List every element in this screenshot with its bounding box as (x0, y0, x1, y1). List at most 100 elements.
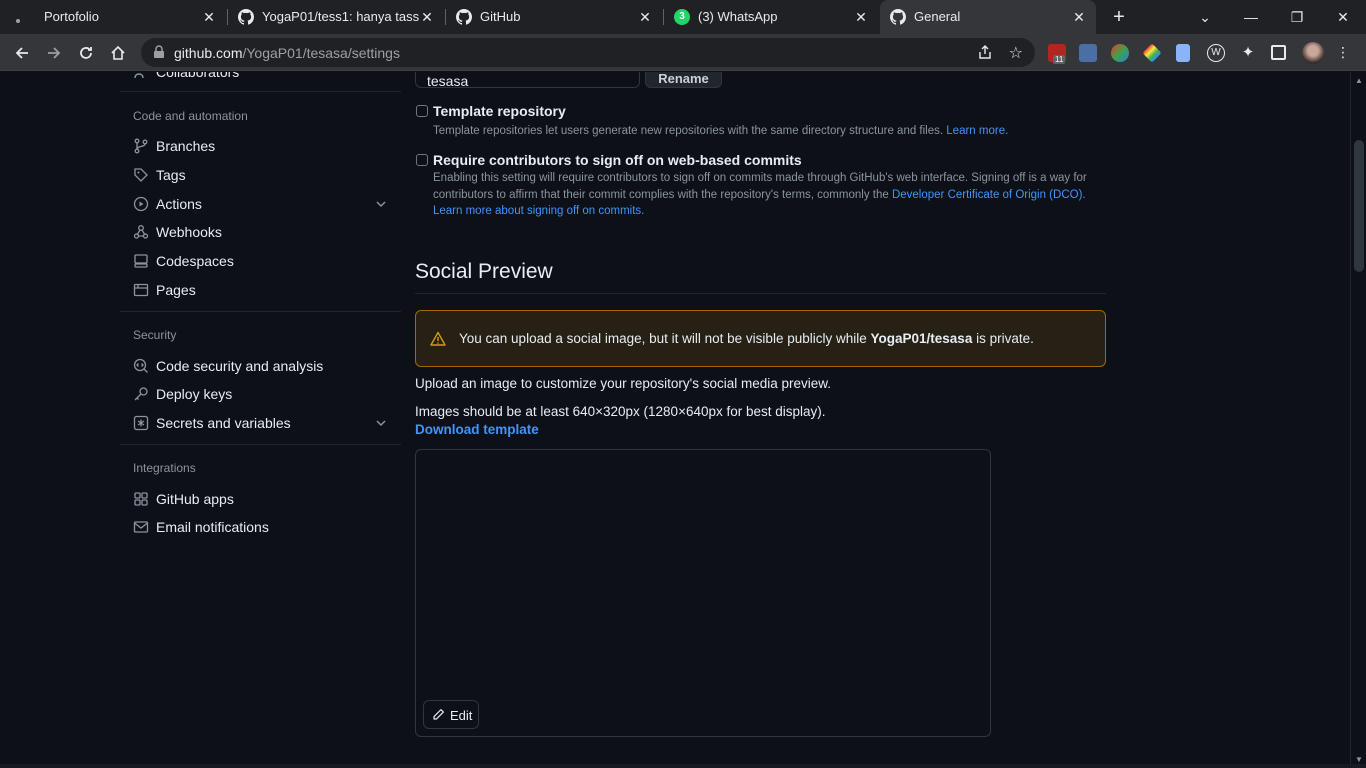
asterisk-box-icon (133, 415, 149, 431)
signoff-learn-more-link[interactable]: Learn more about signing off on commits. (433, 205, 644, 217)
reload-button[interactable] (73, 40, 99, 66)
tab-search-icon[interactable]: ⌄ (1193, 5, 1217, 29)
arrow-right-icon (48, 47, 61, 59)
upload-instructions: Upload an image to customize your reposi… (415, 376, 832, 391)
sidebar-item-github-apps[interactable]: GitHub apps (120, 485, 401, 513)
template-repository-title: Template repository (433, 103, 566, 119)
scroll-down-icon[interactable]: ▼ (1355, 755, 1363, 764)
sidebar-item-branches[interactable]: Branches (120, 132, 401, 160)
home-button[interactable] (105, 40, 131, 66)
sidebar-item-label: Webhooks (156, 224, 222, 240)
signoff-desc: Enabling this setting will require contr… (433, 172, 1087, 217)
mail-icon (133, 519, 149, 535)
rename-button[interactable]: Rename (645, 72, 722, 88)
page-content: Collaborators Code and automation Branch… (0, 72, 1350, 768)
palette-extension-icon[interactable] (1142, 43, 1162, 63)
people-icon (133, 72, 149, 80)
tag-icon (133, 167, 149, 183)
sidebar-item-actions[interactable]: Actions (120, 190, 401, 218)
tab-whatsapp[interactable]: 3 (3) WhatsApp ✕ (664, 0, 878, 34)
sidebar-item-tags[interactable]: Tags (120, 161, 401, 189)
browser-toolbar: github.com/YogaP01/tesasa/settings ☆ W ✦… (0, 34, 1366, 71)
pencil-icon (432, 708, 445, 724)
sidebar-item-deploy-keys[interactable]: Deploy keys (120, 380, 401, 408)
sidebar-divider (120, 91, 401, 92)
tab-tess1[interactable]: YogaP01/tess1: hanya tass ✕ (228, 0, 444, 34)
side-panel-icon[interactable] (1271, 45, 1286, 60)
window-close-button[interactable]: ✕ (1331, 5, 1355, 29)
lock-icon[interactable] (153, 45, 165, 64)
signoff-checkbox[interactable] (416, 154, 428, 166)
minimize-button[interactable]: — (1239, 5, 1263, 29)
sidebar-item-label: Email notifications (156, 519, 269, 535)
template-repository-checkbox[interactable] (416, 105, 428, 117)
star-icon[interactable]: ☆ (1009, 43, 1023, 63)
browser-icon (133, 282, 149, 298)
home-icon (111, 45, 125, 60)
warning-text: You can upload a social image, but it wi… (459, 331, 1034, 346)
scroll-up-icon[interactable]: ▲ (1355, 76, 1363, 85)
sidebar-heading-security: Security (133, 328, 177, 342)
tab-github[interactable]: GitHub ✕ (446, 0, 662, 34)
social-preview-image-box: Edit (415, 449, 991, 737)
whatsapp-icon: 3 (674, 9, 690, 25)
sidebar-item-label: Codespaces (156, 253, 234, 269)
tab-title: GitHub (480, 9, 521, 24)
share-icon[interactable] (977, 44, 993, 65)
w-extension-icon[interactable]: W (1207, 44, 1225, 62)
kebab-menu-icon[interactable]: ⋮ (1331, 40, 1355, 64)
sidebar-item-label: Secrets and variables (156, 415, 291, 431)
sidebar-item-email-notifications[interactable]: Email notifications (120, 513, 401, 541)
docs-extension-icon[interactable] (1176, 44, 1190, 62)
codescan-icon (133, 358, 149, 374)
section-title-social-preview: Social Preview (415, 260, 553, 283)
codespaces-icon (133, 253, 149, 269)
extension-badge: 11 (1053, 55, 1066, 64)
reload-icon (80, 47, 92, 59)
repository-name-input[interactable]: tesasa (415, 72, 640, 89)
key-icon (133, 386, 149, 402)
dco-link[interactable]: Developer Certificate of Origin (DCO). (892, 189, 1086, 201)
sidebar-item-codespaces[interactable]: Codespaces (120, 247, 401, 275)
tab-general[interactable]: General ✕ (880, 0, 1096, 34)
signoff-title: Require contributors to sign off on web-… (433, 152, 802, 168)
puzzle-icon[interactable]: ✦ (1239, 44, 1257, 62)
sidebar-divider (120, 311, 401, 312)
sidebar-item-webhooks[interactable]: Webhooks (120, 218, 401, 246)
back-button[interactable] (9, 40, 35, 66)
new-tab-button[interactable]: + (1108, 6, 1130, 28)
sidebar-item-collaborators[interactable]: Collaborators (120, 72, 401, 86)
sidebar-item-code-security[interactable]: Code security and analysis (120, 352, 401, 380)
avatar[interactable] (1302, 42, 1324, 64)
scrollbar-thumb[interactable] (1354, 140, 1364, 272)
sidebar-item-pages[interactable]: Pages (120, 276, 401, 304)
close-icon[interactable]: ✕ (418, 8, 436, 26)
restore-button[interactable]: ❐ (1285, 5, 1309, 29)
sidebar-item-label: GitHub apps (156, 491, 234, 507)
template-repository-desc: Template repositories let users generate… (433, 125, 1009, 137)
sidebar-heading-code-automation: Code and automation (133, 109, 248, 123)
learn-more-link[interactable]: Learn more. (946, 125, 1008, 137)
address-bar[interactable]: github.com/YogaP01/tesasa/settings ☆ (141, 38, 1035, 67)
close-icon[interactable]: ✕ (852, 8, 870, 26)
translate-extension-icon[interactable] (1079, 44, 1097, 62)
tab-portofolio[interactable]: Portofolio ✕ (0, 0, 226, 34)
warning-flash: You can upload a social image, but it wi… (415, 310, 1106, 367)
close-icon[interactable]: ✕ (636, 8, 654, 26)
sidebar-item-label: Tags (156, 167, 186, 183)
color-extension-icon[interactable] (1111, 44, 1129, 62)
github-icon (456, 9, 472, 25)
download-template-link[interactable]: Download template (415, 422, 539, 437)
close-icon[interactable]: ✕ (200, 8, 218, 26)
forward-button[interactable] (41, 40, 67, 66)
chevron-down-icon (375, 415, 387, 434)
page-scrollbar[interactable]: ▲ ▼ (1350, 72, 1366, 768)
play-icon (133, 196, 149, 212)
sidebar-item-secrets[interactable]: Secrets and variables (120, 409, 401, 437)
close-icon[interactable]: ✕ (1070, 8, 1088, 26)
tab-title: General (914, 9, 961, 24)
chevron-down-icon (375, 196, 387, 215)
dot-favicon-icon (10, 9, 26, 25)
github-icon (890, 9, 906, 25)
edit-button[interactable]: Edit (423, 700, 479, 729)
